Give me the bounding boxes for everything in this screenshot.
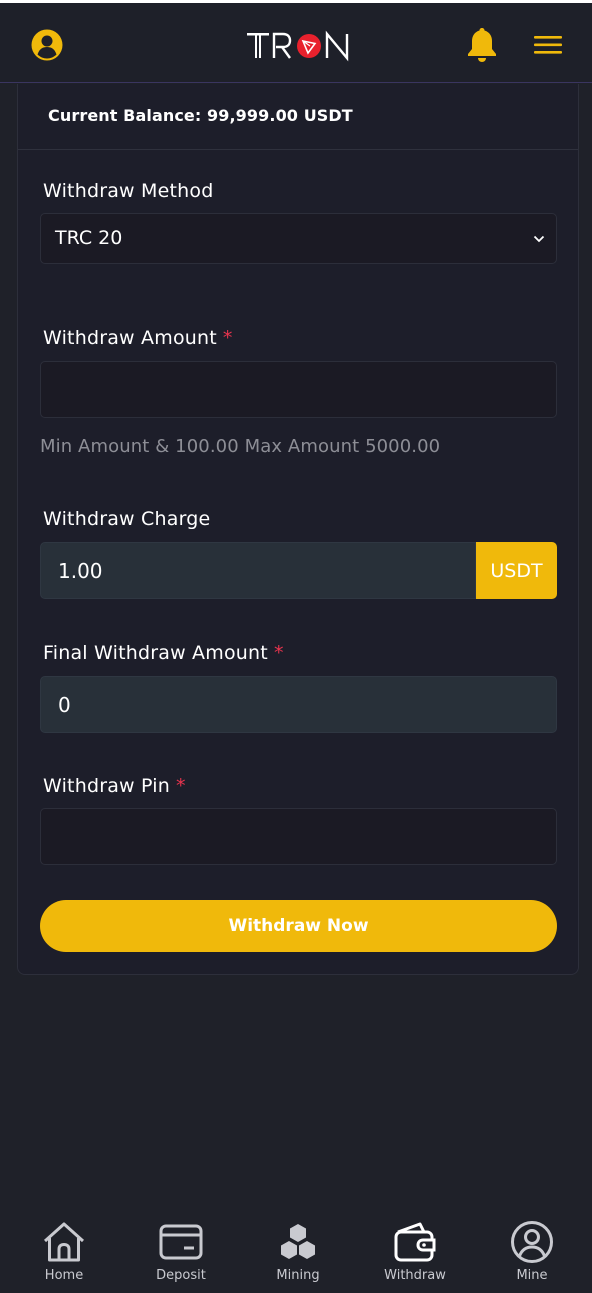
final-amount-field: 0 — [40, 676, 557, 733]
withdraw-charge-label-text: Withdraw Charge — [43, 508, 211, 530]
bell-icon — [468, 28, 496, 62]
required-mark: * — [273, 642, 284, 664]
withdraw-amount-label: Withdraw Amount * — [43, 327, 233, 349]
tron-logo — [246, 27, 352, 63]
notifications-button[interactable] — [465, 25, 499, 63]
withdraw-method-value: TRC 20 — [55, 227, 123, 249]
final-amount-label: Final Withdraw Amount * — [43, 642, 284, 664]
current-balance-text: Current Balance: 99,999.00 USDT — [48, 106, 353, 125]
app-header — [0, 3, 592, 83]
cubes-icon — [281, 1224, 315, 1259]
withdraw-method-select[interactable]: TRC 20 — [40, 213, 557, 264]
nav-item-withdraw[interactable]: Withdraw — [375, 1210, 455, 1290]
user-circle-icon — [31, 29, 63, 61]
user-avatar-button[interactable] — [30, 28, 64, 62]
withdraw-amount-label-text: Withdraw Amount — [43, 327, 217, 349]
withdraw-card: Current Balance: 99,999.00 USDT Withdraw… — [17, 84, 579, 975]
nav-label-deposit: Deposit — [156, 1268, 206, 1283]
hamburger-menu-icon — [534, 36, 562, 54]
withdraw-pin-input[interactable] — [40, 808, 557, 865]
nav-item-deposit[interactable]: Deposit — [141, 1210, 221, 1290]
wallet-icon — [394, 1222, 436, 1262]
charge-unit-badge: USDT — [476, 542, 557, 599]
withdraw-charge-label: Withdraw Charge — [43, 508, 210, 530]
withdraw-now-button[interactable]: Withdraw Now — [40, 900, 557, 952]
balance-bar: Current Balance: 99,999.00 USDT — [18, 84, 578, 150]
bottom-navigation: Home Deposit Mining Withdraw Mine — [0, 1210, 592, 1293]
withdraw-pin-label: Withdraw Pin * — [43, 775, 186, 797]
nav-item-mine[interactable]: Mine — [492, 1210, 572, 1290]
withdraw-charge-field: 1.00 — [40, 542, 476, 599]
chevron-down-icon — [533, 235, 545, 243]
profile-icon — [511, 1221, 553, 1263]
nav-label-mining: Mining — [276, 1268, 320, 1283]
hamburger-menu-button[interactable] — [533, 33, 563, 57]
final-amount-label-text: Final Withdraw Amount — [43, 642, 268, 664]
amount-limits-hint: Min Amount & 100.00 Max Amount 5000.00 — [40, 436, 441, 457]
card-icon — [159, 1224, 203, 1260]
final-amount-value: 0 — [58, 693, 71, 717]
withdraw-charge-value: 1.00 — [58, 559, 103, 583]
required-mark: * — [222, 327, 233, 349]
nav-label-home: Home — [44, 1268, 84, 1283]
nav-label-withdraw: Withdraw — [384, 1268, 446, 1283]
withdraw-method-label-text: Withdraw Method — [43, 180, 214, 202]
withdraw-amount-input[interactable] — [40, 361, 557, 418]
withdraw-method-label: Withdraw Method — [43, 180, 214, 202]
nav-item-home[interactable]: Home — [24, 1210, 104, 1290]
nav-item-mining[interactable]: Mining — [258, 1210, 338, 1290]
withdraw-pin-label-text: Withdraw Pin — [43, 775, 170, 797]
nav-label-mine: Mine — [516, 1268, 548, 1283]
required-mark: * — [176, 775, 186, 797]
home-icon — [43, 1222, 85, 1262]
